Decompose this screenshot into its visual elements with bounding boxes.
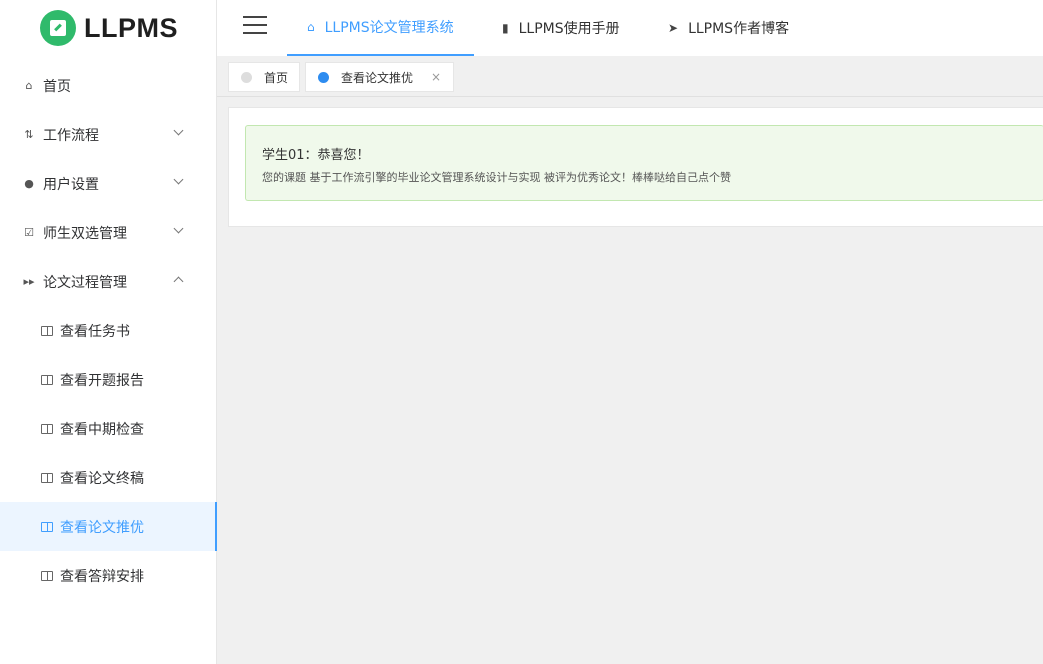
book-icon <box>41 570 53 581</box>
workflow-icon: ⇅ <box>24 128 34 141</box>
book-icon <box>41 374 53 385</box>
alert-title: 学生01：恭喜您！ <box>262 148 370 163</box>
sidebar-item-label: 师生双选管理 <box>43 225 127 242</box>
sidebar: LLPMS ⌂ 首页 ⇅ 工作流程 ● 用户设置 ☑ 师生双选管理 ▸▸ 论文过… <box>0 0 217 664</box>
book-icon <box>41 521 53 532</box>
chevron-down-icon <box>173 223 184 234</box>
sidebar-subitem-midterm[interactable]: 查看中期检查 <box>0 404 216 453</box>
logo-icon <box>40 10 76 46</box>
sidebar-subitem-proposal[interactable]: 查看开题报告 <box>0 355 216 404</box>
sidebar-item-home[interactable]: ⌂ 首页 <box>0 61 216 110</box>
user-icon: ● <box>24 177 34 190</box>
chevron-down-icon <box>173 174 184 185</box>
sidebar-item-user-settings[interactable]: ● 用户设置 <box>0 159 216 208</box>
sidebar-item-workflow[interactable]: ⇅ 工作流程 <box>0 110 216 159</box>
tab-user-manual[interactable]: ▮ LLPMS使用手册 <box>502 0 620 56</box>
sidebar-item-thesis-process[interactable]: ▸▸ 论文过程管理 <box>0 257 216 306</box>
send-icon: ➤ <box>668 21 679 35</box>
alert-message: 您的课题 基于工作流引擎的毕业论文管理系统设计与实现 被评为优秀论文！棒棒哒给自… <box>262 171 731 184</box>
home-icon: ⌂ <box>307 20 315 34</box>
chevron-down-icon <box>173 125 184 136</box>
tag-recommend[interactable]: 查看论文推优 × <box>305 62 454 92</box>
book-icon <box>41 472 53 483</box>
chevron-up-icon <box>173 276 184 287</box>
tag-bar: 首页 查看论文推优 × <box>217 56 1043 97</box>
main-content: 学生01：恭喜您！ 您的课题 基于工作流引擎的毕业论文管理系统设计与实现 被评为… <box>228 107 1043 227</box>
sidebar-item-label: 用户设置 <box>43 176 99 193</box>
sidebar-item-label: 首页 <box>43 78 71 95</box>
logo-text: LLPMS <box>84 12 178 43</box>
tab-label: LLPMS作者博客 <box>688 21 790 37</box>
tag-label: 查看论文推优 <box>341 70 414 85</box>
document-icon: ▮ <box>502 21 509 35</box>
book-icon <box>41 325 53 336</box>
sidebar-item-selection[interactable]: ☑ 师生双选管理 <box>0 208 216 257</box>
sidebar-subitem-task[interactable]: 查看任务书 <box>0 306 216 355</box>
sidebar-subitem-label: 查看任务书 <box>60 323 130 340</box>
tab-thesis-system[interactable]: ⌂ LLPMS论文管理系统 <box>287 0 474 56</box>
sidebar-subitem-recommend[interactable]: 查看论文推优 <box>0 502 217 551</box>
sidebar-menu: ⌂ 首页 ⇅ 工作流程 ● 用户设置 ☑ 师生双选管理 ▸▸ 论文过程管理 查看… <box>0 61 217 600</box>
checkbox-icon: ☑ <box>24 226 34 239</box>
sidebar-subitem-defense[interactable]: 查看答辩安排 <box>0 551 216 600</box>
sidebar-subitem-label: 查看论文终稿 <box>60 470 144 487</box>
home-icon: ⌂ <box>25 79 33 92</box>
sidebar-subitem-final[interactable]: 查看论文终稿 <box>0 453 216 502</box>
sidebar-item-label: 论文过程管理 <box>43 274 127 291</box>
logo[interactable]: LLPMS <box>0 0 216 56</box>
status-dot-icon <box>241 71 252 83</box>
success-alert: 学生01：恭喜您！ 您的课题 基于工作流引擎的毕业论文管理系统设计与实现 被评为… <box>245 125 1043 201</box>
close-icon[interactable]: × <box>431 70 441 84</box>
sidebar-subitem-label: 查看答辩安排 <box>60 568 144 585</box>
tab-author-blog[interactable]: ➤ LLPMS作者博客 <box>668 0 789 56</box>
tab-label: LLPMS论文管理系统 <box>324 20 454 36</box>
book-icon <box>41 423 53 434</box>
top-header: ⌂ LLPMS论文管理系统 ▮ LLPMS使用手册 ➤ LLPMS作者博客 <box>217 0 1043 56</box>
tag-label: 首页 <box>264 70 289 85</box>
sidebar-subitem-label: 查看中期检查 <box>60 421 144 438</box>
sidebar-subitem-label: 查看开题报告 <box>60 372 144 389</box>
tag-home[interactable]: 首页 <box>228 62 300 92</box>
forward-icon: ▸▸ <box>23 275 35 288</box>
menu-toggle-icon[interactable] <box>243 16 267 34</box>
tab-label: LLPMS使用手册 <box>518 21 620 37</box>
sidebar-subitem-label: 查看论文推优 <box>60 519 144 536</box>
sidebar-item-label: 工作流程 <box>43 127 99 144</box>
status-dot-icon <box>318 71 329 83</box>
